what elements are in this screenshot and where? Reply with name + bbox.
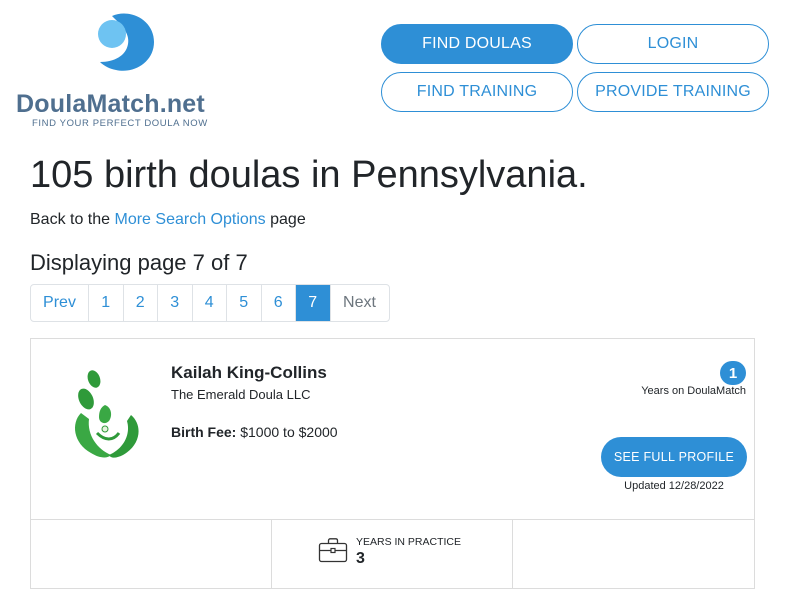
logo-mark-icon xyxy=(98,13,154,71)
back-line: Back to the More Search Options page xyxy=(30,211,306,228)
briefcase-icon xyxy=(318,538,348,563)
site-logo[interactable]: DoulaMatch.net FIND YOUR PERFECT DOULA N… xyxy=(16,12,226,132)
page-title: 105 birth doulas in Pennsylvania. xyxy=(30,154,588,196)
stat-cell-empty-right xyxy=(513,520,754,589)
see-full-profile-button[interactable]: SEE FULL PROFILE xyxy=(601,437,747,477)
doula-business: The Emerald Doula LLC xyxy=(171,387,311,402)
pagination-page-7[interactable]: 7 xyxy=(296,285,331,321)
pagination: Prev 1 2 3 4 5 6 7 Next xyxy=(30,284,390,322)
page-display-heading: Displaying page 7 of 7 xyxy=(30,250,248,275)
pagination-page-1[interactable]: 1 xyxy=(89,285,124,321)
pagination-page-2[interactable]: 2 xyxy=(124,285,158,321)
doula-name[interactable]: Kailah King-Collins xyxy=(171,363,327,383)
pagination-page-5[interactable]: 5 xyxy=(227,285,262,321)
profile-photo[interactable] xyxy=(61,363,151,463)
pagination-prev[interactable]: Prev xyxy=(31,285,89,321)
stat-cell-years-in-practice: YEARS IN PRACTICE 3 xyxy=(272,520,513,589)
logo-tagline: FIND YOUR PERFECT DOULA NOW xyxy=(32,118,208,129)
find-training-button[interactable]: FIND TRAINING xyxy=(381,72,573,112)
updated-date: Updated 12/28/2022 xyxy=(624,480,724,492)
find-doulas-button[interactable]: FIND DOULAS xyxy=(381,24,573,64)
years-in-practice-value: 3 xyxy=(356,550,365,567)
pagination-next[interactable]: Next xyxy=(331,285,389,321)
more-search-options-link[interactable]: More Search Options xyxy=(115,211,266,228)
login-button[interactable]: LOGIN xyxy=(577,24,769,64)
years-on-site-badge: 1 xyxy=(720,361,746,385)
logo-wordmark: DoulaMatch.net xyxy=(16,90,205,118)
pagination-page-3[interactable]: 3 xyxy=(158,285,193,321)
stats-row: YEARS IN PRACTICE 3 xyxy=(31,519,754,589)
pagination-page-4[interactable]: 4 xyxy=(193,285,227,321)
provide-training-button[interactable]: PROVIDE TRAINING xyxy=(577,72,769,112)
years-in-practice-label: YEARS IN PRACTICE xyxy=(356,536,462,548)
pagination-page-6[interactable]: 6 xyxy=(262,285,296,321)
stat-cell-empty-left xyxy=(31,520,272,589)
birth-fee: Birth Fee: $1000 to $2000 xyxy=(171,424,338,440)
doula-result-card: Kailah King-Collins The Emerald Doula LL… xyxy=(30,338,755,589)
years-on-site-label: Years on DoulaMatch xyxy=(641,385,746,397)
